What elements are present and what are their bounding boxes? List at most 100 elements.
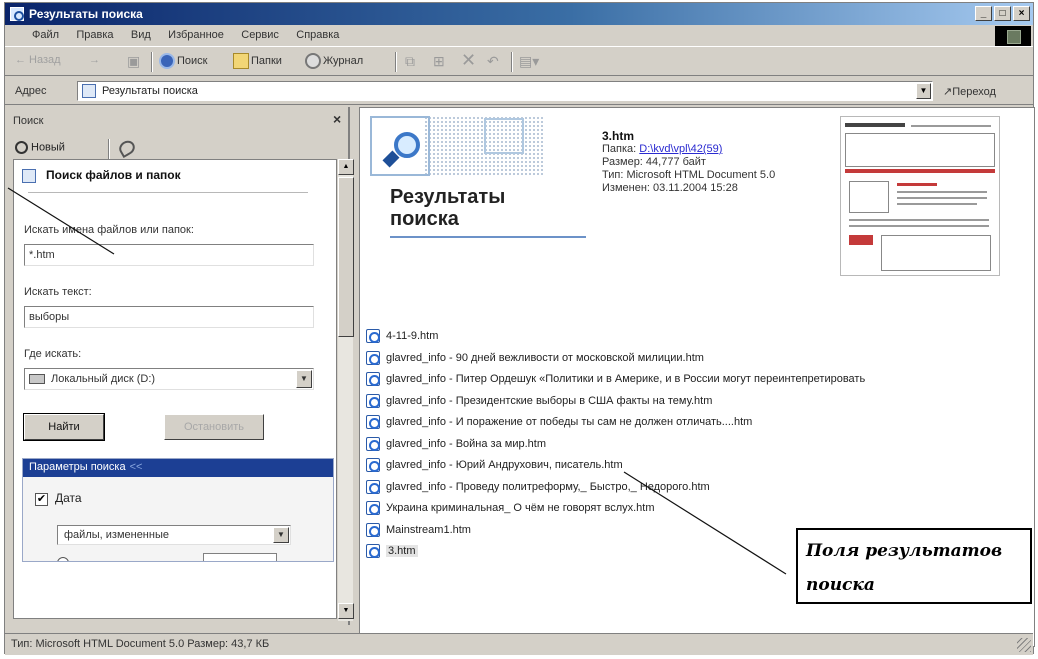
thumb-image bbox=[849, 181, 889, 213]
thumb-text-line bbox=[911, 125, 991, 127]
history-button[interactable]: Журнал bbox=[305, 53, 363, 69]
callout-line1: Поля результатов bbox=[806, 541, 1003, 561]
title-bar[interactable]: Результаты поиска _ □ × bbox=[5, 3, 1033, 25]
result-item[interactable]: Украина криминальная_ О чём не говорят в… bbox=[364, 498, 865, 520]
magnifier-icon bbox=[394, 132, 420, 158]
menu-tools[interactable]: Сервис bbox=[234, 25, 286, 45]
result-item[interactable]: glavred_info - Президентские выборы в СШ… bbox=[364, 391, 865, 413]
undo-icon[interactable]: ↶ bbox=[487, 53, 499, 70]
address-input[interactable]: Результаты поиска ▼ bbox=[77, 81, 933, 101]
search-form: Поиск файлов и папок Искать имена файлов… bbox=[13, 159, 337, 619]
result-item[interactable]: glavred_info - 90 дней вежливости от мос… bbox=[364, 348, 865, 370]
menu-file[interactable]: Файл bbox=[25, 25, 66, 45]
close-button[interactable]: × bbox=[1013, 6, 1030, 21]
look-in-select[interactable]: Локальный диск (D:) ▼ bbox=[24, 368, 314, 390]
date-checkbox[interactable]: ✔ bbox=[35, 493, 48, 506]
address-dropdown-button[interactable]: ▼ bbox=[916, 83, 931, 99]
details-folder-link[interactable]: D:\kvd\vpl\42(59) bbox=[639, 143, 722, 155]
copy-to-icon[interactable]: ⊞ bbox=[433, 53, 445, 70]
go-arrow-icon: ↗ bbox=[943, 86, 953, 98]
scroll-up-button[interactable]: ▲ bbox=[338, 159, 354, 175]
window-controls: _ □ × bbox=[975, 6, 1030, 21]
search-button-label: Поиск bbox=[177, 54, 208, 67]
back-button[interactable]: ← Назад bbox=[15, 54, 61, 66]
search-options-header[interactable]: Параметры поиска << bbox=[23, 459, 333, 477]
thumb-header-bar bbox=[845, 123, 905, 127]
folders-button[interactable]: Папки bbox=[233, 53, 282, 69]
file-name-input[interactable]: *.htm bbox=[24, 244, 314, 266]
html-file-icon bbox=[366, 458, 380, 472]
banner-title: Результаты поиска bbox=[390, 186, 505, 230]
menu-help[interactable]: Справка bbox=[289, 25, 346, 45]
folders-button-label: Папки bbox=[251, 54, 282, 67]
result-item[interactable]: 3.htm bbox=[364, 541, 865, 563]
html-file-icon bbox=[366, 372, 380, 386]
local-disk-icon bbox=[29, 374, 45, 384]
result-item[interactable]: 4-11-9.htm bbox=[364, 326, 865, 348]
menu-view[interactable]: Вид bbox=[124, 25, 158, 45]
find-button[interactable]: Найти bbox=[23, 413, 105, 441]
result-item-label: Mainstream1.htm bbox=[386, 523, 471, 536]
minimize-button[interactable]: _ bbox=[975, 6, 992, 21]
thumb-text-line bbox=[849, 219, 989, 221]
result-item-label: glavred_info - Президентские выборы в СШ… bbox=[386, 394, 713, 407]
thumb-text-line bbox=[897, 191, 987, 193]
maximize-button[interactable]: □ bbox=[994, 6, 1011, 21]
results-list: 4-11-9.htm glavred_info - 90 дней вежливо… bbox=[364, 326, 865, 563]
collapse-chevron-icon[interactable]: << bbox=[130, 461, 143, 473]
menu-edit[interactable]: Правка bbox=[69, 25, 120, 45]
details-folder-label: Папка: bbox=[602, 143, 637, 155]
search-options-title: Параметры поиска bbox=[29, 461, 126, 473]
search-pane-close-button[interactable]: × bbox=[333, 111, 341, 127]
search-text-input[interactable]: выборы bbox=[24, 306, 314, 328]
date-range-radio[interactable] bbox=[57, 557, 69, 561]
thumb-text-line bbox=[897, 203, 977, 205]
result-item[interactable]: glavred_info - Питер Ордешук «Политики и… bbox=[364, 369, 865, 391]
result-item-label: glavred_info - Юрий Андрухович, писатель… bbox=[386, 459, 623, 471]
search-button[interactable]: Поиск bbox=[159, 53, 207, 69]
result-item[interactable]: glavred_info - Война за мир.htm bbox=[364, 434, 865, 456]
go-button-label: Переход bbox=[952, 86, 996, 98]
result-item-label: 4-11-9.htm bbox=[386, 330, 439, 342]
result-item-label: glavred_info - Питер Ордешук «Политики и… bbox=[386, 373, 866, 385]
search-results-icon bbox=[82, 84, 96, 98]
address-value: Результаты поиска bbox=[102, 85, 198, 97]
search-options-panel: Параметры поиска << ✔ Дата файлы, изменен… bbox=[22, 458, 334, 562]
resize-grip[interactable] bbox=[1017, 638, 1031, 652]
stop-button[interactable]: Остановить bbox=[164, 414, 264, 440]
date-range-spinner[interactable] bbox=[203, 553, 277, 561]
file-name-label: Искать имена файлов или папок: bbox=[24, 224, 194, 236]
toolbar-separator bbox=[151, 52, 153, 72]
details-type: Тип: Microsoft HTML Document 5.0 bbox=[602, 169, 776, 181]
delete-icon[interactable]: ✕ bbox=[461, 50, 476, 71]
up-folder-icon[interactable]: ▣ bbox=[127, 53, 140, 70]
move-to-icon[interactable]: ⧉ bbox=[405, 53, 415, 70]
go-button[interactable]: ↗Переход bbox=[943, 85, 996, 98]
results-pane: Результаты поиска 3.htm Папка: D:\kvd\vp… bbox=[359, 107, 1035, 647]
views-icon[interactable]: ▤▾ bbox=[519, 53, 539, 70]
look-in-dropdown-button[interactable]: ▼ bbox=[296, 370, 312, 388]
scroll-down-button[interactable]: ▼ bbox=[338, 603, 354, 619]
result-item-label: 3.htm bbox=[386, 545, 418, 557]
html-file-icon bbox=[366, 544, 380, 558]
thumb-red-heading bbox=[897, 183, 937, 186]
search-pane-scrollbar[interactable]: ▲ ▼ bbox=[337, 159, 354, 621]
result-item[interactable]: glavred_info - И поражение от победы ты … bbox=[364, 412, 865, 434]
date-filter-dropdown-button[interactable]: ▼ bbox=[273, 527, 289, 543]
new-search-button[interactable]: Новый bbox=[15, 141, 65, 154]
result-item[interactable]: glavred_info - Проведу политреформу,_ Бы… bbox=[364, 477, 865, 499]
new-search-icon bbox=[15, 141, 28, 154]
details-modified: Изменен: 03.11.2004 15:28 bbox=[602, 182, 738, 194]
date-filter-select[interactable]: файлы, измененные ▼ bbox=[57, 525, 291, 545]
result-item[interactable]: Mainstream1.htm bbox=[364, 520, 865, 542]
menu-favorites[interactable]: Избранное bbox=[161, 25, 231, 45]
html-file-icon bbox=[366, 350, 380, 365]
date-filter-value: файлы, измененные bbox=[64, 529, 169, 541]
result-item[interactable]: glavred_info - Юрий Андрухович, писатель… bbox=[364, 455, 865, 477]
html-file-icon bbox=[366, 479, 380, 494]
search-assistant-icon[interactable] bbox=[116, 137, 138, 159]
address-bar: Адрес Результаты поиска ▼ ↗Переход bbox=[5, 77, 1033, 105]
result-item-label: glavred_info - Проведу политреформу,_ Бы… bbox=[386, 480, 710, 493]
forward-button[interactable]: → bbox=[89, 54, 100, 66]
scroll-thumb[interactable] bbox=[338, 177, 354, 337]
